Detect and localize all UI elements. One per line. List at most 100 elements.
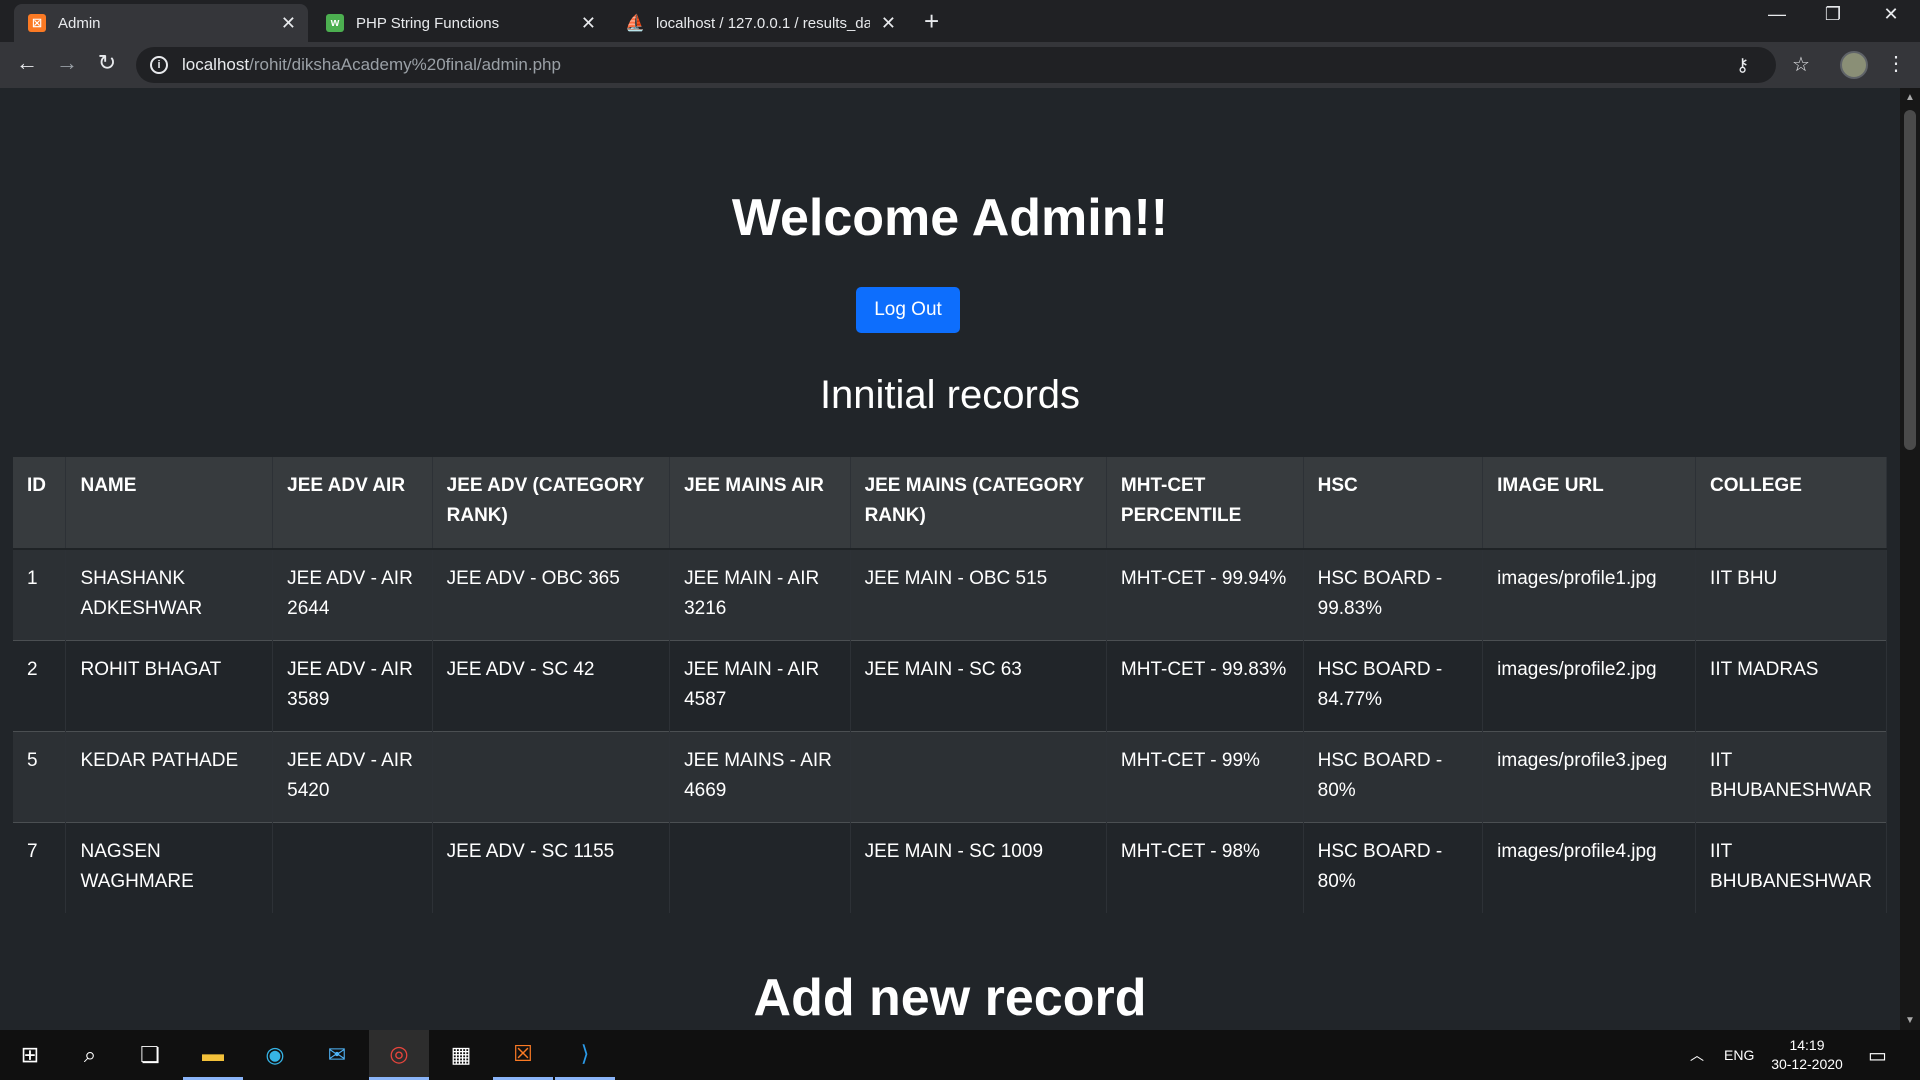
scroll-thumb[interactable] [1904, 110, 1916, 450]
cell-id: 7 [13, 822, 67, 913]
store-icon[interactable]: ▦ [431, 1030, 491, 1080]
tray-chevron-icon[interactable]: ︿ [1690, 1030, 1704, 1080]
table-row: 7 NAGSEN WAGHMARE JEE ADV - SC 1155 JEE … [13, 822, 1887, 913]
scroll-up-arrow-icon[interactable]: ▲ [1905, 92, 1915, 103]
browser-tab-bar: ☒ Admin ✕ w PHP String Functions ✕ ⛵ loc… [0, 0, 1920, 42]
cell-jee-mains-air: JEE MAINS - AIR 4669 [669, 731, 851, 822]
cell-jee-adv-category [432, 731, 671, 822]
search-icon[interactable]: ⌕ [60, 1030, 120, 1080]
header-cell: COLLEGE [1695, 457, 1887, 549]
cell-name: SHASHANK ADKESHWAR [65, 549, 274, 640]
page-scrollbar[interactable]: ▲ ▼ [1900, 88, 1920, 1030]
cell-college: IIT MADRAS [1695, 640, 1887, 731]
tab-title: localhost / 127.0.0.1 / results_dat [656, 14, 870, 32]
records-table: ID NAME JEE ADV AIR JEE ADV (CATEGORY RA… [13, 457, 1887, 913]
welcome-heading: Welcome Admin!! [731, 189, 1169, 247]
cell-jee-mains-air [669, 822, 851, 913]
cell-id: 1 [13, 549, 67, 640]
table-row: 2 ROHIT BHAGAT JEE ADV - AIR 3589 JEE AD… [13, 640, 1887, 731]
tab-admin[interactable]: ☒ Admin ✕ [14, 4, 308, 42]
new-tab-icon[interactable]: + [924, 6, 939, 37]
header-cell: JEE MAINS AIR [669, 457, 851, 549]
vscode-icon[interactable]: ⟩ [555, 1030, 615, 1080]
cell-hsc: HSC BOARD - 84.77% [1303, 640, 1484, 731]
cell-jee-mains-air: JEE MAIN - AIR 3216 [669, 549, 851, 640]
reload-icon[interactable]: ↻ [92, 50, 122, 76]
table-header-row: ID NAME JEE ADV AIR JEE ADV (CATEGORY RA… [13, 457, 1887, 549]
cell-id: 2 [13, 640, 67, 731]
cell-id: 5 [13, 731, 67, 822]
cell-jee-adv-category: JEE ADV - SC 1155 [432, 822, 671, 913]
minimize-icon[interactable]: — [1754, 4, 1800, 25]
header-cell: JEE ADV AIR [272, 457, 433, 549]
close-tab-icon[interactable]: ✕ [581, 13, 596, 34]
tab-php-string-functions[interactable]: w PHP String Functions ✕ [312, 4, 608, 42]
notification-icon[interactable]: ▭ [1868, 1030, 1887, 1080]
header-cell: JEE MAINS (CATEGORY RANK) [850, 457, 1107, 549]
cell-image-url: images/profile4.jpg [1482, 822, 1697, 913]
forward-icon[interactable]: → [52, 50, 82, 76]
profile-avatar[interactable] [1840, 51, 1868, 79]
logout-button[interactable]: Log Out [856, 287, 960, 333]
header-cell: MHT-CET PERCENTILE [1106, 457, 1304, 549]
clock-time: 14:19 [1789, 1037, 1825, 1053]
cell-hsc: HSC BOARD - 80% [1303, 822, 1484, 913]
cell-image-url: images/profile3.jpeg [1482, 731, 1697, 822]
cell-college: IIT BHUBANESHWAR [1695, 822, 1887, 913]
cell-jee-mains-category: JEE MAIN - OBC 515 [850, 549, 1107, 640]
menu-kebab-icon[interactable]: ⋮ [1886, 51, 1906, 76]
window-close-icon[interactable]: ✕ [1868, 4, 1914, 25]
header-cell: ID [13, 457, 67, 549]
close-tab-icon[interactable]: ✕ [281, 13, 296, 34]
tab-title: PHP String Functions [356, 14, 500, 32]
url-path: /rohit/dikshaAcademy%20final/admin.php [249, 55, 561, 74]
key-icon[interactable]: ⚷ [1736, 55, 1749, 76]
scroll-down-arrow-icon[interactable]: ▼ [1905, 1015, 1915, 1026]
edge-icon[interactable]: ◉ [245, 1030, 305, 1080]
cell-jee-adv-air: JEE ADV - AIR 2644 [272, 549, 433, 640]
cell-mht-cet: MHT-CET - 98% [1106, 822, 1304, 913]
cell-image-url: images/profile1.jpg [1482, 549, 1697, 640]
cell-jee-adv-category: JEE ADV - OBC 365 [432, 549, 671, 640]
xampp-icon: ☒ [28, 14, 46, 32]
cell-mht-cet: MHT-CET - 99.94% [1106, 549, 1304, 640]
cell-college: IIT BHUBANESHWAR [1695, 731, 1887, 822]
table-row: 5 KEDAR PATHADE JEE ADV - AIR 5420 JEE M… [13, 731, 1887, 822]
windows-start-icon[interactable]: ⊞ [0, 1030, 60, 1080]
back-icon[interactable]: ← [12, 50, 42, 76]
xampp-taskbar-icon[interactable]: ☒ [493, 1030, 553, 1080]
site-info-icon[interactable]: i [150, 56, 168, 74]
task-view-icon[interactable]: ❏ [120, 1030, 180, 1080]
browser-toolbar: ← → ↻ i localhost/rohit/dikshaAcademy%20… [0, 42, 1920, 88]
cell-mht-cet: MHT-CET - 99.83% [1106, 640, 1304, 731]
clock[interactable]: 14:19 30-12-2020 [1760, 1036, 1854, 1074]
phpmyadmin-icon: ⛵ [625, 15, 645, 32]
cell-name: KEDAR PATHADE [65, 731, 274, 822]
close-tab-icon[interactable]: ✕ [881, 13, 896, 34]
cell-college: IIT BHU [1695, 549, 1887, 640]
clock-date: 30-12-2020 [1771, 1056, 1843, 1072]
cell-jee-adv-air: JEE ADV - AIR 3589 [272, 640, 433, 731]
cell-jee-mains-category: JEE MAIN - SC 63 [850, 640, 1107, 731]
page-content: Welcome Admin!! Log Out Innitial records… [0, 88, 1900, 1030]
cell-image-url: images/profile2.jpg [1482, 640, 1697, 731]
language-indicator[interactable]: ENG [1724, 1030, 1754, 1080]
cell-hsc: HSC BOARD - 99.83% [1303, 549, 1484, 640]
add-record-heading: Add new record [753, 969, 1147, 1027]
mail-icon[interactable]: ✉ [307, 1030, 367, 1080]
address-bar[interactable]: i localhost/rohit/dikshaAcademy%20final/… [136, 47, 1776, 83]
chrome-icon[interactable]: ◎ [369, 1030, 429, 1080]
file-explorer-icon[interactable]: ▬ [183, 1030, 243, 1080]
header-cell: JEE ADV (CATEGORY RANK) [432, 457, 671, 549]
cell-jee-adv-air: JEE ADV - AIR 5420 [272, 731, 433, 822]
cell-jee-mains-category: JEE MAIN - SC 1009 [850, 822, 1107, 913]
header-cell: HSC [1303, 457, 1484, 549]
cell-name: NAGSEN WAGHMARE [65, 822, 274, 913]
bookmark-star-icon[interactable]: ☆ [1792, 52, 1810, 77]
restore-icon[interactable]: ❐ [1810, 4, 1856, 25]
cell-hsc: HSC BOARD - 80% [1303, 731, 1484, 822]
windows-taskbar: ⊞ ⌕ ❏ ▬ ◉ ✉ ◎ ▦ ☒ ⟩ ︿ ENG 14:19 30-12-20… [0, 1030, 1920, 1080]
table-row: 1 SHASHANK ADKESHWAR JEE ADV - AIR 2644 … [13, 549, 1887, 640]
records-heading: Innitial records [819, 373, 1081, 417]
tab-phpmyadmin[interactable]: ⛵ localhost / 127.0.0.1 / results_dat ✕ [612, 4, 908, 42]
